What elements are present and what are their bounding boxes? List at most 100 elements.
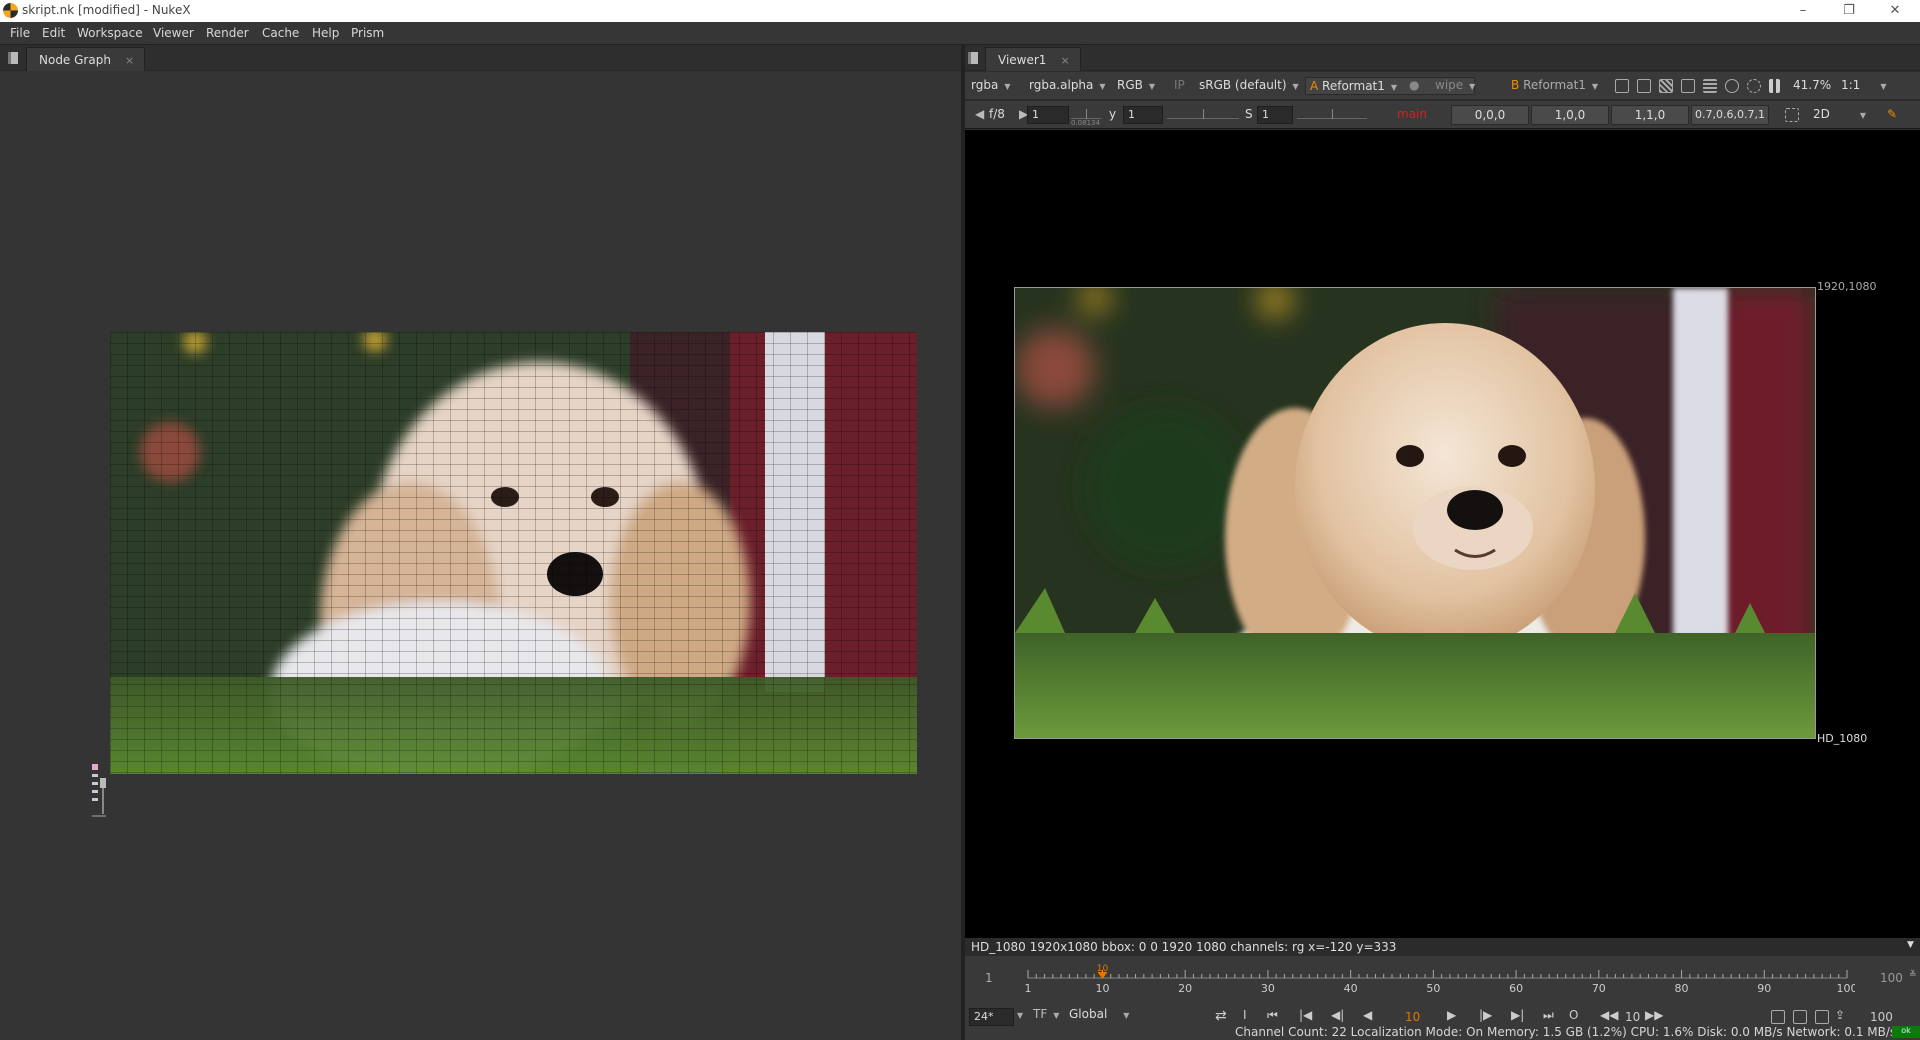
timeline-start[interactable]: 1 [985, 971, 993, 985]
alpha-channel-dropdown[interactable]: rgba.alpha ▼ [1025, 77, 1110, 95]
step-back-icon[interactable]: ◀◀ [1600, 1008, 1618, 1022]
menu-workspace[interactable]: Workspace [77, 26, 143, 40]
pause-icon[interactable] [1769, 79, 1780, 93]
pane-menu-icon[interactable] [968, 52, 978, 64]
tab-node-graph[interactable]: Node Graph × [26, 47, 146, 71]
range-toggle-icon[interactable]: ≚ [1909, 970, 1917, 980]
chevron-down-icon[interactable]: ▼ [1017, 1011, 1023, 1020]
gain-field[interactable]: 1 [1027, 106, 1069, 124]
timeline-ruler[interactable]: 1 10 20 30 40 50 60 70 80 90 100 10 [1020, 964, 1858, 995]
timeline-end-field[interactable]: 100 [1870, 1010, 1893, 1024]
prev-frame-icon[interactable]: ◀| [1331, 1008, 1344, 1022]
menu-cache[interactable]: Cache [262, 26, 299, 40]
flipbook-icon[interactable] [1771, 1010, 1785, 1024]
lines-icon[interactable] [1703, 79, 1717, 93]
input-b-dropdown[interactable]: B Reformat1 ▼ [1507, 77, 1602, 95]
viewer-canvas[interactable]: 1920,1080 HD_1080 [965, 130, 1920, 938]
close-tab-icon[interactable]: × [1060, 54, 1069, 67]
roi-icon[interactable] [1615, 79, 1629, 93]
prev-keyframe-icon[interactable]: |◀ [1299, 1008, 1312, 1022]
frame-icon[interactable] [1637, 79, 1651, 93]
node-graph-canvas[interactable] [0, 72, 961, 1040]
view-selector[interactable]: main [1373, 105, 1451, 125]
in-point-icon[interactable]: I [1243, 1008, 1247, 1022]
color-value-1[interactable]: 0,0,0 [1451, 105, 1529, 125]
gamma-slider[interactable] [1167, 109, 1239, 119]
chevron-down-icon[interactable]: ▼ [1907, 940, 1914, 950]
next-frame-icon[interactable]: |▶ [1479, 1008, 1492, 1022]
lock-icon[interactable] [1815, 1010, 1829, 1024]
zebra-icon[interactable] [1659, 79, 1673, 93]
pixel-ratio-dropdown[interactable]: 1:1 ▼ [1837, 77, 1890, 95]
viewer-tabbar: Viewer1 × [965, 45, 1920, 71]
color-value-2[interactable]: 1,0,0 [1531, 105, 1609, 125]
fps-field[interactable]: 24* [969, 1008, 1014, 1026]
chevron-down-icon: ▼ [1859, 111, 1867, 120]
chevron-down-icon: ▼ [1123, 1011, 1130, 1020]
gain-sub-value: 0.08134 [1071, 119, 1100, 127]
pane-menu-icon[interactable] [8, 52, 18, 64]
refresh-icon[interactable] [1725, 79, 1739, 93]
node-graph-tabbar: Node Graph × [0, 45, 961, 71]
reformat-node[interactable] [90, 762, 108, 820]
scope-dropdown[interactable]: Global ▼ [1065, 1006, 1133, 1024]
chevron-down-icon: ▼ [1099, 82, 1106, 91]
playback-mode-icon[interactable]: ⇄ [1215, 1008, 1227, 1024]
playhead-label: 10 [1097, 964, 1109, 974]
menu-viewer[interactable]: Viewer [153, 26, 194, 40]
chevron-down-icon: ▼ [1469, 82, 1476, 91]
paint-icon[interactable]: ✎ [1883, 106, 1901, 124]
region-select-icon[interactable] [1785, 108, 1799, 122]
close-button[interactable]: ✕ [1872, 0, 1918, 22]
next-keyframe-icon[interactable]: ▶| [1511, 1008, 1524, 1022]
play-backward-icon[interactable]: ◀ [1363, 1008, 1372, 1022]
ip-toggle[interactable]: IP [1170, 77, 1189, 95]
chevron-down-icon: ▼ [1004, 82, 1011, 91]
gamma-label: y [1109, 107, 1117, 121]
timeline-end[interactable]: 100 [1880, 971, 1903, 985]
menu-render[interactable]: Render [206, 26, 249, 40]
minimize-button[interactable]: – [1780, 0, 1826, 22]
ruler-label: 1 [1025, 982, 1032, 994]
menu-file[interactable]: File [10, 26, 30, 40]
last-frame-icon[interactable]: ⏭ [1543, 1008, 1554, 1023]
tf-dropdown[interactable]: TF ▼ [1029, 1006, 1063, 1024]
record-icon[interactable] [1793, 1010, 1807, 1024]
step-forward-icon[interactable]: ▶▶ [1645, 1008, 1663, 1022]
channels-dropdown[interactable]: rgba ▼ [967, 77, 1014, 95]
gain-slider[interactable] [1071, 109, 1101, 119]
saturation-field[interactable]: 1 [1257, 106, 1293, 124]
tab-label: Node Graph [39, 53, 111, 67]
gear-icon[interactable] [1747, 79, 1761, 93]
view-mode-dropdown[interactable]: 2D ▼ [1809, 106, 1870, 124]
out-point-icon[interactable]: O [1569, 1008, 1578, 1022]
current-frame-field[interactable]: 10 [1405, 1010, 1420, 1024]
ruler-label: 10 [1095, 982, 1109, 994]
viewer-pane: Viewer1 × rgba ▼ rgba.alpha ▼ RGB ▼ IP sRGB … [965, 45, 1920, 1040]
menu-edit[interactable]: Edit [42, 26, 65, 40]
saturation-slider[interactable] [1297, 109, 1367, 119]
wipe-dropdown[interactable]: wipe ▼ [1431, 77, 1479, 95]
color-value-4[interactable]: 0.7,0.6,0.7,1 [1691, 105, 1769, 125]
restore-button[interactable]: ❐ [1826, 0, 1872, 22]
zoom-level[interactable]: 41.7% [1789, 77, 1835, 95]
gamma-field[interactable]: 1 [1123, 106, 1163, 124]
node-graph-pane: Node Graph × [0, 45, 961, 1040]
first-frame-icon[interactable]: ⏮ [1267, 1008, 1278, 1023]
overlay-icon[interactable] [1681, 79, 1695, 93]
tab-viewer1[interactable]: Viewer1 × [985, 47, 1081, 71]
menu-bar: File Edit Workspace Viewer Render Cache … [0, 22, 1920, 45]
title-bar: skript.nk [modified] - NukeX – ❐ ✕ [0, 0, 1920, 22]
menu-help[interactable]: Help [312, 26, 339, 40]
ruler-label: 50 [1426, 982, 1440, 994]
ruler-label: 100 [1837, 982, 1856, 994]
chevron-down-icon: ▼ [1591, 82, 1599, 91]
play-forward-icon[interactable]: ▶ [1447, 1008, 1456, 1022]
lut-dropdown[interactable]: sRGB (default) ▼ [1195, 77, 1303, 95]
menu-prism[interactable]: Prism [351, 26, 384, 40]
close-tab-icon[interactable]: × [125, 54, 134, 67]
color-value-3[interactable]: 1,1,0 [1611, 105, 1689, 125]
export-icon[interactable]: ⇪ [1835, 1008, 1845, 1022]
display-channel-dropdown[interactable]: RGB ▼ [1113, 77, 1159, 95]
step-field[interactable]: 10 [1625, 1010, 1640, 1024]
